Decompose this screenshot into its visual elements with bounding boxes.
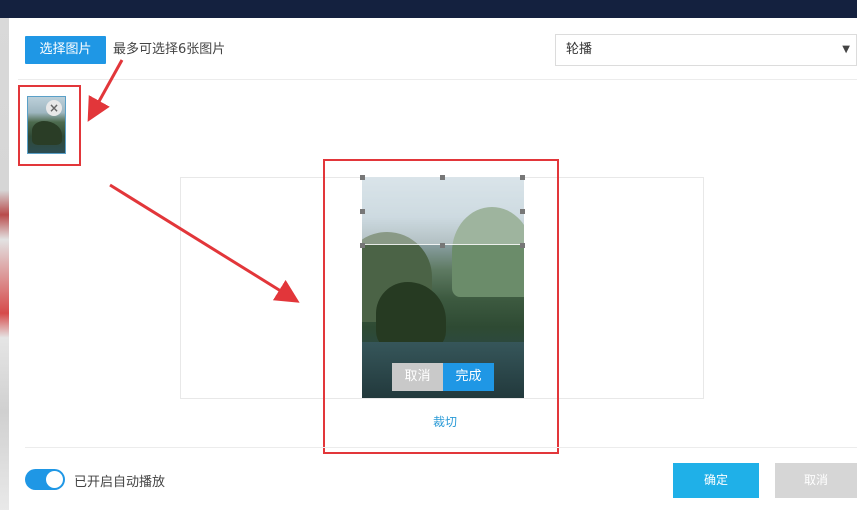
display-mode-select[interactable]: 轮播 ▼ xyxy=(555,34,857,66)
autoplay-label: 已开启自动播放 xyxy=(74,475,166,490)
annotation-box xyxy=(18,85,81,166)
divider xyxy=(18,79,857,80)
annotation-box xyxy=(323,159,559,454)
cancel-button[interactable]: 取消 xyxy=(775,463,857,498)
image-picker-dialog: 选择图片 最多可选择6张图片 轮播 ▼ × 取消 完成 裁切 已开启自动播放 确… xyxy=(0,0,857,510)
autoplay-toggle[interactable] xyxy=(25,469,65,490)
select-images-button[interactable]: 选择图片 xyxy=(25,36,106,64)
max-images-hint: 最多可选择6张图片 xyxy=(113,42,226,57)
toggle-knob xyxy=(46,471,63,488)
top-bar xyxy=(0,0,857,18)
background-strip xyxy=(0,18,9,510)
divider xyxy=(25,447,857,448)
confirm-button[interactable]: 确定 xyxy=(673,463,759,498)
display-mode-value: 轮播 xyxy=(566,42,593,57)
caret-down-icon: ▼ xyxy=(842,44,850,55)
annotation-arrow xyxy=(87,59,124,122)
